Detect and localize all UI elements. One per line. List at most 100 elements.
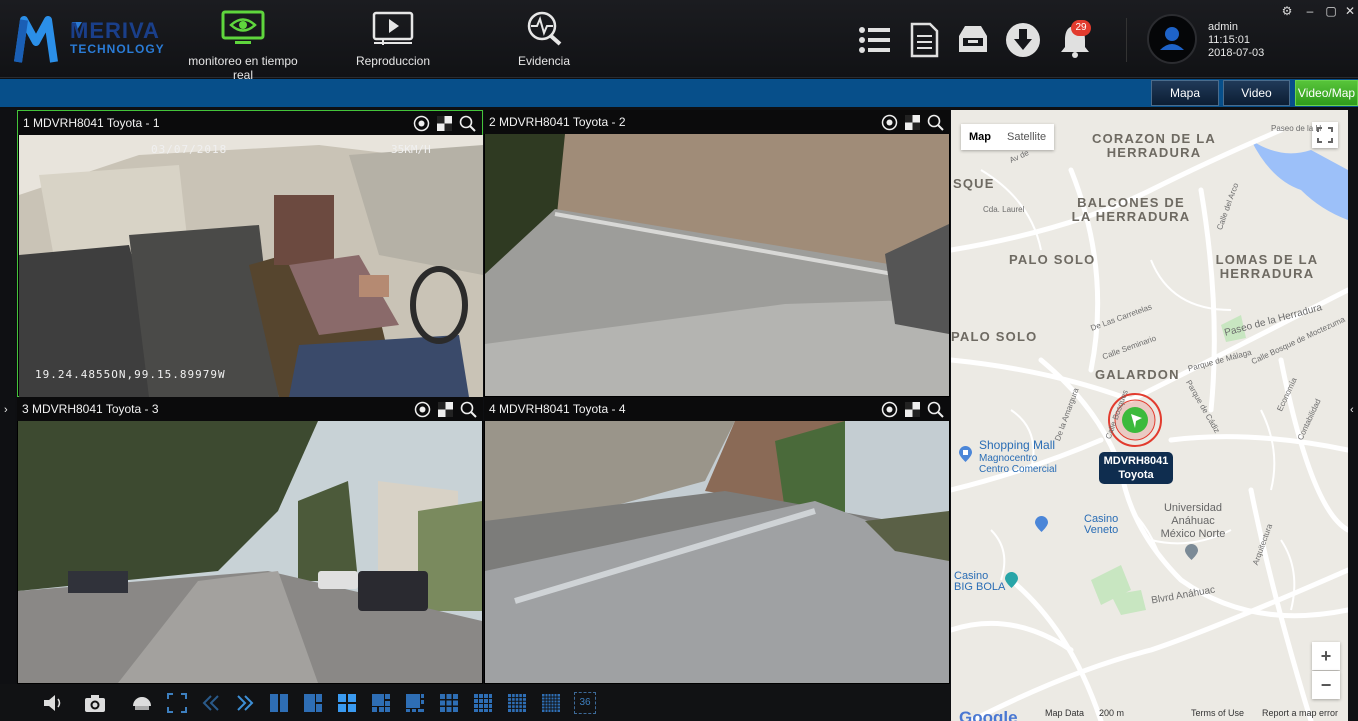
map-panel[interactable]: Map Satellite CORAZON DE LA HERRADURA SQ…: [951, 110, 1348, 721]
vehicle-model: Toyota: [1118, 469, 1154, 481]
layout-1-icon[interactable]: [268, 692, 290, 714]
eye-monitor-icon: [221, 10, 265, 44]
layout-6-icon[interactable]: [370, 692, 392, 714]
app-window: MERIVA TECHNOLOGY monitoreo en tiempo re…: [0, 0, 1358, 721]
record-icon[interactable]: [881, 401, 898, 418]
checker-icon[interactable]: [437, 401, 454, 418]
previous-page-icon[interactable]: [200, 692, 222, 714]
top-bar: MERIVA TECHNOLOGY monitoreo en tiempo re…: [0, 0, 1358, 82]
camera-title: 3 MDVRH8041 Toyota - 3: [22, 402, 159, 416]
ptz-dome-icon[interactable]: [131, 692, 153, 714]
video-map-view-button[interactable]: Video/Map: [1295, 80, 1358, 106]
vehicle-marker-label[interactable]: MDVRH8041 Toyota: [1099, 452, 1173, 484]
nav-evidence[interactable]: Evidencia: [506, 6, 582, 74]
poi-shopping-mall[interactable]: Shopping Mall: [979, 439, 1055, 451]
poi-casino-big-bola[interactable]: Casino BIG BOLA: [954, 571, 1006, 593]
map-area-label: LOMAS DE LA HERRADURA: [1215, 252, 1319, 281]
osd-coordinates: 19.24.4855ON,99.15.89979W: [35, 368, 226, 381]
checker-icon[interactable]: [904, 114, 921, 131]
vehicle-id: MDVRH8041: [1103, 455, 1169, 467]
layout-3-icon[interactable]: [302, 692, 324, 714]
nav-label: Reproduccion: [355, 54, 431, 68]
layout-16-icon[interactable]: [472, 692, 494, 714]
camera-feed-1: 03/07/2018 35KM/H 19.24.4855ON,99.15.899…: [19, 135, 483, 397]
snapshot-camera-icon[interactable]: [84, 692, 106, 714]
next-page-icon[interactable]: [234, 692, 256, 714]
map-area-label: PALO SOLO: [1009, 252, 1096, 267]
current-date: 2018-07-03: [1208, 47, 1265, 59]
download-icon[interactable]: [1005, 22, 1041, 58]
map-tab-map[interactable]: Map: [961, 124, 999, 150]
video-toolbar: 36: [0, 684, 950, 721]
maximize-icon[interactable]: ▢: [1324, 4, 1338, 18]
checker-icon[interactable]: [904, 401, 921, 418]
terms-link[interactable]: Terms of Use: [1191, 708, 1244, 718]
map-zoom-in-button[interactable]: +: [1312, 642, 1340, 670]
report-document-icon[interactable]: [906, 22, 942, 58]
record-icon[interactable]: [414, 401, 431, 418]
camera-header: 4 MDVRH8041 Toyota - 4: [484, 397, 950, 421]
nav-playback[interactable]: Reproduccion: [350, 6, 436, 74]
camera-cell-2[interactable]: 2 MDVRH8041 Toyota - 2: [484, 110, 950, 397]
archive-tray-icon[interactable]: [955, 22, 991, 58]
layout-8-icon[interactable]: [404, 692, 426, 714]
list-icon[interactable]: [857, 22, 893, 58]
video-view-button[interactable]: Video: [1223, 80, 1290, 106]
university-pin-icon[interactable]: [1185, 544, 1198, 560]
left-collapse-strip: [0, 109, 15, 684]
zoom-search-icon[interactable]: [460, 401, 477, 418]
layout-30-icon[interactable]: [540, 692, 562, 714]
zoom-search-icon[interactable]: [927, 401, 944, 418]
company-logo: MERIVA TECHNOLOGY: [12, 14, 172, 66]
camera-feed-3: [18, 421, 482, 683]
playback-icon: [372, 11, 414, 45]
camera-cell-4[interactable]: 4 MDVRH8041 Toyota - 4: [484, 397, 950, 684]
expand-right-icon[interactable]: ‹: [1350, 404, 1354, 416]
camera-header: 1 MDVRH8041 Toyota - 1: [18, 111, 482, 135]
checker-icon[interactable]: [436, 115, 453, 132]
settings-gear-icon[interactable]: ⚙: [1280, 4, 1294, 18]
map-data-link[interactable]: Map Data: [1045, 708, 1084, 718]
casino-pin-icon[interactable]: [1005, 572, 1018, 588]
record-icon[interactable]: [881, 114, 898, 131]
volume-icon[interactable]: [42, 692, 64, 714]
meriva-logo-icon: [14, 16, 58, 63]
poi-university[interactable]: Universidad Anáhuac México Norte: [1153, 502, 1233, 541]
osd-speed: 35KM/H: [391, 143, 431, 156]
map-tab-satellite[interactable]: Satellite: [999, 124, 1054, 150]
user-info: admin 11:15:01 2018-07-03: [1208, 21, 1264, 60]
google-logo: Google: [959, 708, 1018, 721]
poi-casino-veneto[interactable]: Casino Veneto: [1084, 514, 1130, 536]
poi-magnocentro[interactable]: Magnocentro Centro Comercial: [979, 453, 1069, 475]
camera-feed-4: [485, 421, 949, 683]
casino-pin-icon[interactable]: [1035, 516, 1048, 532]
map-footer: Google Map Data 200 m Terms of Use Repor…: [951, 707, 1348, 721]
zoom-search-icon[interactable]: [459, 115, 476, 132]
evidence-search-icon: [527, 11, 562, 46]
close-icon[interactable]: ✕: [1343, 4, 1357, 18]
layout-4-icon[interactable]: [336, 692, 358, 714]
logo-text: MERIVA: [70, 18, 160, 43]
camera-cell-1[interactable]: 1 MDVRH8041 Toyota - 1 03/07/2018 35KM/H…: [17, 110, 483, 397]
layout-25-icon[interactable]: [506, 692, 528, 714]
fullscreen-video-icon[interactable]: [166, 692, 188, 714]
layout-36-button[interactable]: 36: [574, 692, 596, 714]
report-error-link[interactable]: Report a map error: [1262, 708, 1338, 718]
map-zoom-out-button[interactable]: −: [1312, 671, 1340, 699]
expand-left-icon[interactable]: ›: [4, 404, 8, 416]
logo-subtext: TECHNOLOGY: [70, 42, 165, 56]
nav-live-monitoring[interactable]: monitoreo en tiempo real: [180, 6, 306, 82]
record-icon[interactable]: [413, 115, 430, 132]
camera-cell-3[interactable]: 3 MDVRH8041 Toyota - 3: [17, 397, 483, 684]
map-area-label: BALCONES DE LA HERRADURA: [1071, 195, 1191, 224]
camera-header: 3 MDVRH8041 Toyota - 3: [17, 397, 483, 421]
notification-count-badge: 29: [1071, 20, 1091, 36]
map-area-label: CORAZON DE LA HERRADURA: [1092, 131, 1216, 160]
zoom-search-icon[interactable]: [927, 114, 944, 131]
camera-header: 2 MDVRH8041 Toyota - 2: [484, 110, 950, 134]
shopping-pin-icon[interactable]: [959, 446, 972, 462]
user-avatar[interactable]: [1147, 14, 1197, 64]
map-view-button[interactable]: Mapa: [1151, 80, 1219, 106]
layout-9-icon[interactable]: [438, 692, 460, 714]
minimize-icon[interactable]: –: [1303, 4, 1317, 18]
